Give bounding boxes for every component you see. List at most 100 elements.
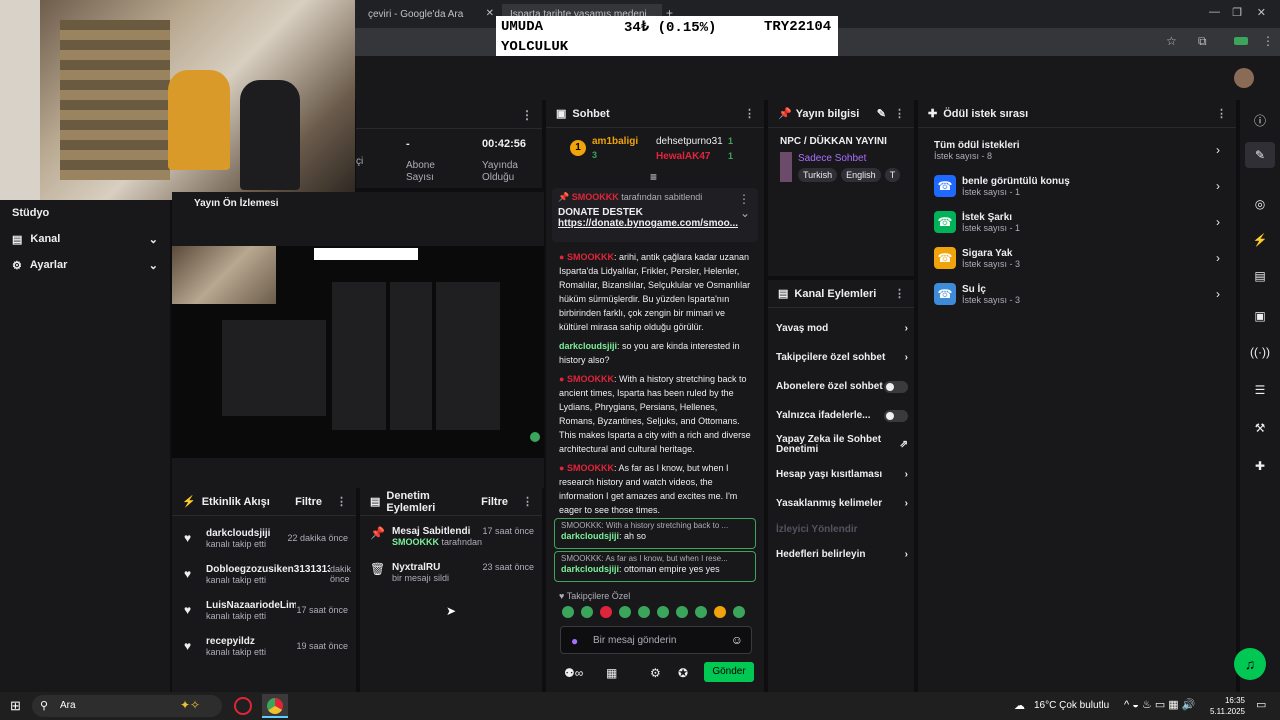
star-icon[interactable]: ☆ (1166, 34, 1177, 48)
help-icon[interactable]: ♫ (1234, 648, 1266, 680)
pinned-link[interactable]: https://donate.bynogame.com/smoo... (558, 218, 752, 229)
tag[interactable]: English (841, 167, 881, 182)
moderation-title[interactable]: NyxtralRU (392, 562, 482, 573)
ai-moderation-item[interactable]: Yapay Zeka ile Sohbet Denetimi ⇗ (776, 430, 908, 460)
tag[interactable]: T (884, 167, 901, 182)
slow-mode-item[interactable]: Yavaş mod › (776, 314, 908, 343)
leader-name[interactable]: dehsetpurno31 (656, 136, 723, 147)
chat-username[interactable]: darkcloudsjiji (559, 341, 617, 351)
close-window-icon[interactable]: ✕ (1257, 6, 1266, 19)
minimize-icon[interactable]: — (1209, 6, 1220, 18)
emote-icon[interactable] (657, 606, 669, 618)
filter-button[interactable]: Filtre (481, 496, 508, 508)
subscribers-only-toggle[interactable] (884, 380, 908, 393)
maximize-icon[interactable]: ❐ (1232, 6, 1242, 19)
camera-icon[interactable]: ◎ (1250, 194, 1270, 214)
broadcast-icon[interactable]: ((·)) (1250, 342, 1270, 362)
document-icon[interactable]: ▤ (1250, 266, 1270, 286)
banned-words-item[interactable]: Yasaklanmış kelimeler › (776, 489, 908, 518)
edit-icon[interactable]: ✎ (877, 107, 886, 120)
more-icon[interactable]: ⋮ (894, 287, 905, 300)
preview-video[interactable] (172, 246, 544, 458)
extensions-icon[interactable]: ⧉ (1198, 34, 1207, 49)
sidebar-item-settings[interactable]: ⚙ Ayarlar ⌄ (0, 252, 170, 278)
more-icon[interactable]: ⋮ (521, 108, 533, 122)
edit-icon[interactable]: ✎ (1245, 142, 1275, 168)
emote-icon[interactable] (638, 606, 650, 618)
chat-username[interactable]: darkcloudsjiji (561, 564, 619, 574)
chat-username[interactable]: SMOOKKK (567, 252, 614, 262)
moderator-name[interactable]: SMOOKKK (392, 537, 439, 547)
emote-icon[interactable] (733, 606, 745, 618)
menu-icon[interactable]: ⋮ (1262, 34, 1274, 48)
chrome-app[interactable] (262, 694, 288, 718)
emoji-icon[interactable]: ☺ (731, 633, 743, 647)
puzzle-icon[interactable]: ✚ (1250, 456, 1270, 476)
emote-icon[interactable] (695, 606, 707, 618)
follower-name[interactable]: darkcloudsjiji (206, 528, 287, 539)
emote-icon[interactable] (619, 606, 631, 618)
store-icon[interactable]: ▦ (606, 666, 617, 680)
badge-icon[interactable]: ✪ (678, 666, 688, 680)
category-thumbnail[interactable] (780, 152, 792, 182)
account-age-item[interactable]: Hesap yaşı kısıtlaması › (776, 460, 908, 489)
chat-username[interactable]: SMOOKKK (567, 374, 614, 384)
chevron-down-icon[interactable]: ⌄ (740, 206, 750, 220)
follower-name[interactable]: LuisNazaariodeLima (206, 600, 296, 611)
info-icon[interactable]: ⓘ (1250, 110, 1270, 130)
weather-text[interactable]: 16°C Çok bulutlu (1034, 700, 1109, 711)
emote-icon[interactable] (676, 606, 688, 618)
clock[interactable]: 16:35 5.11.2025 (1210, 695, 1245, 717)
emote-icon[interactable] (562, 606, 574, 618)
layout-icon[interactable]: ☰ (1250, 380, 1270, 400)
reward-item[interactable]: ☎ benle görüntülü konuş İstek sayısı - 1 › (934, 168, 1220, 204)
browser-tab[interactable]: çeviri - Google'da Ara ✕ (360, 4, 500, 26)
leader-name[interactable]: am1baligi (592, 136, 638, 147)
tray-icons[interactable]: ^ ◒ ♨ ▭ ▦ 🔊 (1124, 698, 1195, 711)
pinned-by[interactable]: SMOOKKK (572, 192, 619, 202)
chat-username[interactable]: darkcloudsjiji (561, 531, 619, 541)
reward-item-all[interactable]: Tüm ödül istekleri İstek sayısı - 8 › (934, 132, 1220, 168)
goals-item[interactable]: Hedefleri belirleyin › (776, 540, 908, 569)
reward-item[interactable]: ☎ Sigara Yak İstek sayısı - 3 › (934, 240, 1220, 276)
chat-input[interactable]: ● Bir mesaj gönderin ☺ (560, 626, 752, 654)
follower-name[interactable]: Dobloegzozusiken31313131 (206, 564, 330, 575)
followers-only-item[interactable]: Takipçilere özel sohbet › (776, 343, 908, 372)
tag[interactable]: Turkish (798, 167, 838, 182)
collapse-icon[interactable]: ≡ (650, 170, 657, 184)
sidebar-item-channel[interactable]: ▤ Kanal ⌄ (0, 226, 170, 252)
more-icon[interactable]: ⋮ (744, 107, 755, 120)
mic-icon[interactable]: ● (571, 634, 578, 648)
chat-username[interactable]: SMOOKKK (567, 463, 614, 473)
stream-category[interactable]: Sadece Sohbet (798, 153, 902, 164)
taskbar-search[interactable]: ⚲ Ara ✦✧ (32, 695, 222, 717)
reward-item[interactable]: ☎ İstek Şarkı İstek sayısı - 1 › (934, 204, 1220, 240)
wrench-icon[interactable]: ⚒ (1250, 418, 1270, 438)
send-button[interactable]: Gönder (704, 662, 754, 682)
emote-only-toggle[interactable] (884, 409, 908, 422)
emote-icon[interactable] (600, 606, 612, 618)
close-icon[interactable]: ✕ (486, 8, 494, 19)
follower-name[interactable]: recepyildz (206, 636, 296, 647)
profile-icon[interactable] (1234, 37, 1248, 45)
more-icon[interactable]: ⋮ (738, 192, 750, 206)
gear-icon[interactable]: ⚙ (650, 666, 661, 680)
reward-item[interactable]: ☎ Su İç İstek sayısı - 3 › (934, 276, 1220, 312)
emote-icon[interactable] (581, 606, 593, 618)
emote-bar[interactable] (562, 606, 758, 620)
more-icon[interactable]: ⋮ (894, 107, 905, 120)
more-icon[interactable]: ⋮ (522, 495, 533, 508)
leader-name[interactable]: HewalAK47 (656, 151, 710, 162)
filter-button[interactable]: Filtre (295, 496, 322, 508)
chat-icon[interactable]: ▣ (1250, 306, 1270, 326)
emote-icon[interactable] (714, 606, 726, 618)
notification-icon[interactable]: ▭ (1256, 698, 1266, 711)
windows-start-icon[interactable]: ⊞ (10, 698, 21, 714)
obs-icon[interactable] (234, 697, 252, 715)
more-icon[interactable]: ⋮ (1216, 107, 1227, 120)
avatar[interactable] (1234, 68, 1254, 88)
more-icon[interactable]: ⋮ (336, 495, 347, 508)
sidebar-item-studio[interactable]: Stüdyo (0, 200, 170, 226)
lightning-icon[interactable]: ⚡ (1250, 230, 1270, 250)
channel-points-icon[interactable]: ⚉∞ (564, 666, 583, 680)
